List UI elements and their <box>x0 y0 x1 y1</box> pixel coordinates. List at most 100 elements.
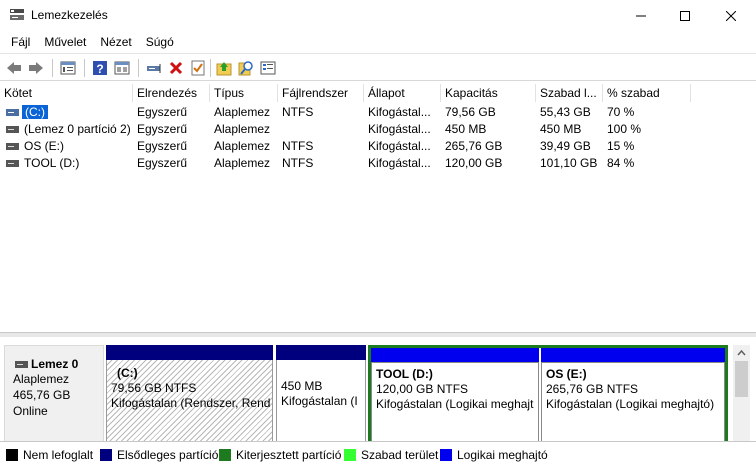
menu-file[interactable]: Fájl <box>4 33 37 51</box>
legend-item-free-space: Szabad terület <box>344 448 438 462</box>
volume-status: Kifogástal... <box>368 156 431 170</box>
volume-status: Kifogástal... <box>368 139 431 153</box>
volume-free: 450 MB <box>540 122 582 136</box>
volume-row-tool-d[interactable]: TOOL (D:) Egyszerű Alaplemez NTFS Kifogá… <box>0 155 756 172</box>
delete-icon <box>169 61 183 75</box>
legend-label: Nem lefoglalt <box>23 448 94 462</box>
volume-status: Kifogástal... <box>368 105 431 119</box>
volume-layout: Egyszerű <box>137 139 188 153</box>
partition-size: 120,00 GB NTFS <box>376 382 469 396</box>
delete-button[interactable] <box>166 58 186 78</box>
console-view-button[interactable] <box>112 58 132 78</box>
volume-percent-free: 70 % <box>607 105 635 119</box>
volume-filesystem: NTFS <box>282 156 314 170</box>
legend-label: Logikai meghajtó <box>457 448 548 462</box>
forward-icon <box>29 62 43 74</box>
partition-c[interactable]: (C:) 79,56 GB NTFS Kifogástalan (Rendsze… <box>106 345 273 445</box>
extended-partition[interactable]: TOOL (D:) 120,00 GB NTFS Kifogástalan (L… <box>368 345 728 445</box>
volume-status: Kifogástal... <box>368 122 431 136</box>
column-header-capacity[interactable]: Kapacitás <box>441 84 536 102</box>
minimize-button[interactable] <box>618 0 664 31</box>
properties-icon <box>260 61 276 75</box>
connect-drive-button[interactable] <box>144 58 164 78</box>
volume-name: TOOL (D:) <box>24 156 80 170</box>
close-button[interactable] <box>708 0 754 31</box>
partition-name: OS (E:) <box>546 367 587 381</box>
partition-name: (C:) <box>117 366 138 380</box>
toolbar-separator <box>84 59 85 77</box>
legend-label: Elsődleges partíció <box>117 448 219 462</box>
disk-info-panel[interactable]: Lemez 0 Alaplemez 465,76 GB Online <box>4 345 104 445</box>
partition-size: 265,76 GB NTFS <box>546 382 639 396</box>
column-header-volume[interactable]: Kötet <box>0 84 133 102</box>
partition-status: Kifogástalan (Logikai meghajtó) <box>546 397 715 411</box>
volume-capacity: 120,00 GB <box>445 156 503 170</box>
column-header-free-space[interactable]: Szabad l... <box>536 84 603 102</box>
legend-label: Kiterjesztett partíció <box>236 448 342 462</box>
forward-button[interactable] <box>26 58 46 78</box>
volume-free: 39,49 GB <box>540 139 591 153</box>
partition-os-e[interactable]: OS (E:) 265,76 GB NTFS Kifogástalan (Log… <box>541 348 725 442</box>
legend-swatch <box>344 449 356 461</box>
column-header-status[interactable]: Állapot <box>364 84 441 102</box>
checklist-button[interactable] <box>188 58 208 78</box>
maximize-icon <box>680 10 690 21</box>
partition-status: Kifogástalan (Logikai meghajt <box>376 397 534 411</box>
volume-percent-free: 100 % <box>607 122 642 136</box>
back-button[interactable] <box>4 58 24 78</box>
properties-button[interactable] <box>258 58 278 78</box>
maximize-button[interactable] <box>662 0 708 31</box>
menu-help[interactable]: Súgó <box>139 33 181 51</box>
partition-2[interactable]: 450 MB Kifogástalan (I <box>276 345 366 445</box>
primary-partition-bar <box>276 345 366 360</box>
partition-status: Kifogástalan (I <box>281 394 358 408</box>
volume-type: Alaplemez <box>214 156 271 170</box>
minimize-icon <box>636 15 646 16</box>
volume-type: Alaplemez <box>214 105 271 119</box>
scroll-up-icon[interactable] <box>733 347 750 359</box>
partition-body: TOOL (D:) 120,00 GB NTFS Kifogástalan (L… <box>371 362 539 442</box>
volume-filesystem <box>278 121 364 138</box>
legend-swatch <box>440 449 452 461</box>
volume-row-c[interactable]: (C:) Egyszerű Alaplemez NTFS Kifogástal.… <box>0 104 756 121</box>
volume-row-os-e[interactable]: OS (E:) Egyszerű Alaplemez NTFS Kifogást… <box>0 138 756 155</box>
partition-tool-d[interactable]: TOOL (D:) 120,00 GB NTFS Kifogástalan (L… <box>371 348 539 442</box>
back-icon <box>7 62 21 74</box>
volume-percent-free: 15 % <box>607 139 635 153</box>
disk-type: Alaplemez <box>13 372 70 386</box>
legend-swatch <box>219 449 231 461</box>
disk-state: Online <box>13 404 48 418</box>
toolbar-separator <box>138 59 139 77</box>
legend-item-logical: Logikai meghajtó <box>440 448 548 462</box>
volume-free: 55,43 GB <box>540 105 591 119</box>
folder-up-button[interactable] <box>214 58 234 78</box>
svg-text:?: ? <box>96 62 103 76</box>
search-button[interactable] <box>236 58 256 78</box>
menu-action[interactable]: Művelet <box>37 33 93 51</box>
logical-drive-bar <box>541 348 725 362</box>
window-title: Lemezkezelés <box>31 8 108 22</box>
column-header-type[interactable]: Típus <box>210 84 278 102</box>
drive-icon <box>6 126 19 133</box>
help-button[interactable]: ? <box>90 58 110 78</box>
checklist-icon <box>191 60 205 76</box>
disk-name: Lemez 0 <box>31 357 79 371</box>
properties-view-button[interactable] <box>58 58 78 78</box>
legend-item-unallocated: Nem lefoglalt <box>6 448 93 462</box>
column-header-filesystem[interactable]: Fájlrendszer <box>278 84 364 102</box>
menu-view[interactable]: Nézet <box>93 33 138 51</box>
legend-item-extended: Kiterjesztett partíció <box>219 448 341 462</box>
volume-filesystem: NTFS <box>282 105 314 119</box>
volume-row-partition-2[interactable]: (Lemez 0 partíció 2) Egyszerű Alaplemez … <box>0 121 756 138</box>
partition-size: 450 MB <box>281 379 323 393</box>
volume-layout: Egyszerű <box>137 156 188 170</box>
connect-drive-icon <box>147 64 161 73</box>
column-header-percent-free[interactable]: % szabad <box>603 84 691 102</box>
scrollbar-thumb[interactable] <box>735 361 748 397</box>
disk-management-app-icon <box>10 9 24 20</box>
partition-body: (C:) 79,56 GB NTFS Kifogástalan (Rendsze… <box>106 360 273 445</box>
title-bar: Lemezkezelés <box>0 0 756 31</box>
close-icon <box>726 10 736 21</box>
column-header-layout[interactable]: Elrendezés <box>133 84 210 102</box>
legend-bar: Nem lefoglalt Elsődleges partíció Kiterj… <box>0 441 756 468</box>
